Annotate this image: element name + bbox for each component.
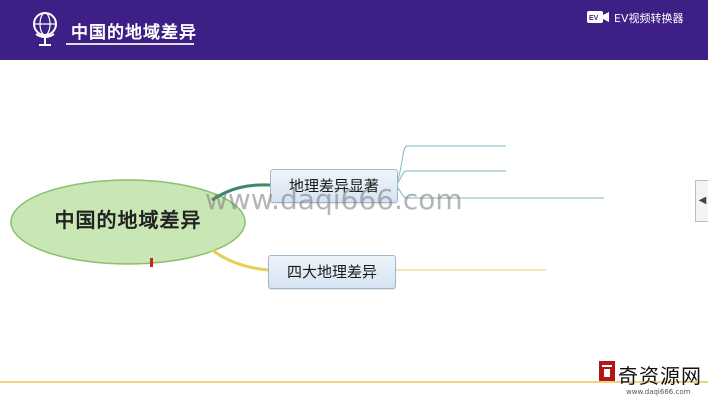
branch-node-2[interactable]: 四大地理差异: [268, 255, 396, 289]
watermark-text: www.daqi666.com: [205, 183, 463, 216]
corner-brand-name: 奇资源网: [618, 364, 702, 388]
side-panel-toggle[interactable]: ◀: [695, 180, 708, 222]
chevron-left-icon: ◀: [698, 195, 707, 206]
sub-branch-1: [395, 145, 506, 186]
corner-logo-icon: [599, 361, 615, 381]
connector-branch-2: [211, 248, 269, 272]
corner-brand-url: www.daqi666.com: [626, 388, 691, 396]
red-marker: [150, 258, 153, 267]
